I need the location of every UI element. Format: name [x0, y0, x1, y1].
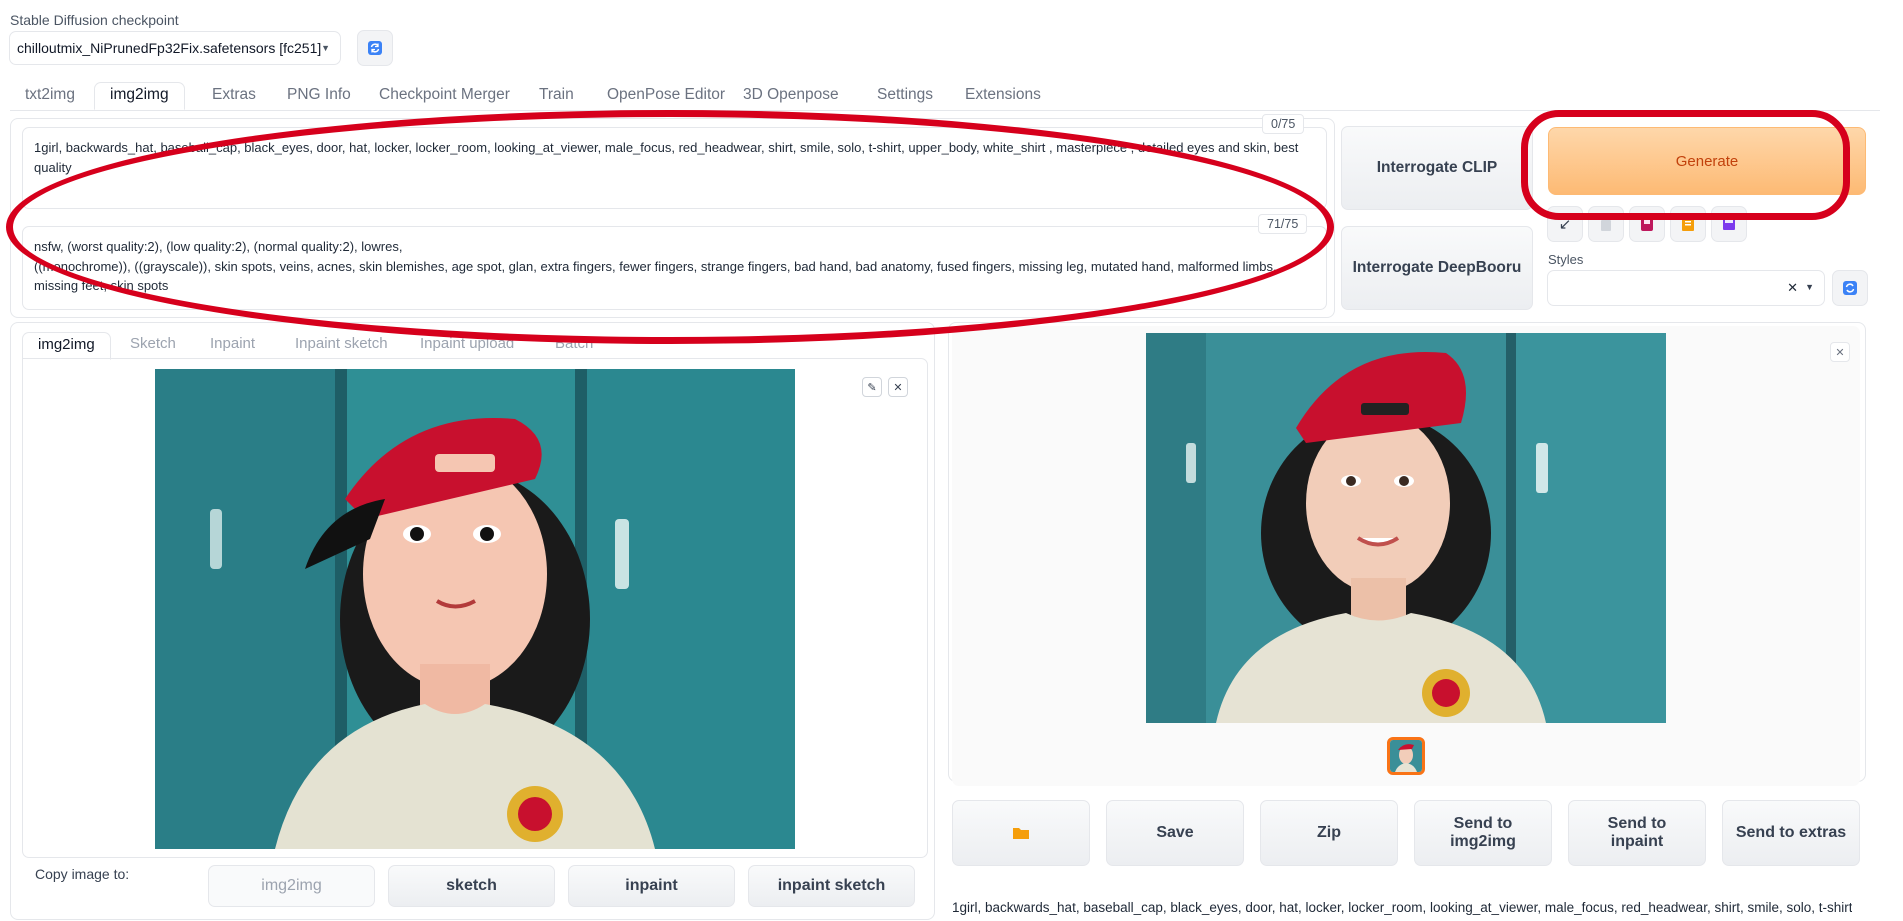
- checkpoint-value: chilloutmix_NiPrunedFp32Fix.safetensors …: [17, 40, 322, 56]
- checkpoint-label: Stable Diffusion checkpoint: [10, 12, 179, 28]
- subtab-inpaint-upload[interactable]: Inpaint upload: [405, 332, 529, 358]
- interrogate-deepbooru-button[interactable]: Interrogate DeepBooru: [1341, 226, 1533, 310]
- close-icon[interactable]: ✕: [1830, 342, 1850, 362]
- send-to-inpaint-button[interactable]: Send to inpaint: [1568, 800, 1706, 866]
- prompt-token-counter: 0/75: [1262, 114, 1305, 134]
- apply-style-button[interactable]: [1670, 206, 1706, 242]
- tab-extensions[interactable]: Extensions: [950, 83, 1056, 109]
- subtab-batch[interactable]: Batch: [540, 332, 608, 358]
- refresh-icon: [368, 41, 382, 55]
- prompt-input[interactable]: 1girl, backwards_hat, baseball_cap, blac…: [22, 127, 1327, 209]
- subtab-inpaint-sketch[interactable]: Inpaint sketch: [280, 332, 403, 358]
- arrow-icon: ↙: [1558, 216, 1572, 233]
- zip-button[interactable]: Zip: [1260, 800, 1398, 866]
- clear-icon[interactable]: ✕: [1787, 280, 1798, 296]
- photo-girl-render: [1146, 333, 1666, 723]
- checkpoint-refresh-button[interactable]: [357, 30, 393, 66]
- copy-to-img2img-button[interactable]: img2img: [208, 865, 375, 907]
- anime-girl-illustration: [155, 369, 795, 849]
- folder-icon: [1013, 828, 1029, 839]
- input-image[interactable]: [155, 369, 795, 849]
- interrogate-clip-button[interactable]: Interrogate CLIP: [1341, 126, 1533, 210]
- styles-select[interactable]: ✕ ▼: [1547, 270, 1825, 306]
- generation-info: 1girl, backwards_hat, baseball_cap, blac…: [952, 900, 1852, 915]
- tab-train[interactable]: Train: [524, 83, 589, 109]
- open-folder-button[interactable]: [952, 800, 1090, 866]
- card-icon: [1641, 217, 1653, 231]
- tab-3d-openpose[interactable]: 3D Openpose: [728, 83, 854, 109]
- tab-extras[interactable]: Extras: [197, 83, 271, 109]
- copy-to-inpaint-sketch-button[interactable]: inpaint sketch: [748, 865, 915, 907]
- output-image[interactable]: [1146, 333, 1666, 723]
- edit-icon[interactable]: ✎: [862, 377, 882, 397]
- negative-prompt-token-counter: 71/75: [1258, 214, 1308, 234]
- trash-icon: [1600, 218, 1612, 231]
- generate-button[interactable]: Generate: [1548, 127, 1866, 195]
- styles-label: Styles: [1548, 252, 1584, 267]
- tab-img2img[interactable]: img2img: [94, 82, 185, 110]
- copy-to-sketch-button[interactable]: sketch: [388, 865, 555, 907]
- tab-checkpoint-merger[interactable]: Checkpoint Merger: [364, 83, 525, 109]
- subtab-inpaint[interactable]: Inpaint: [195, 332, 270, 358]
- clipboard-icon: [1682, 218, 1694, 231]
- save-button[interactable]: Save: [1106, 800, 1244, 866]
- send-to-img2img-button[interactable]: Send to img2img: [1414, 800, 1552, 866]
- styles-refresh-button[interactable]: [1832, 270, 1868, 306]
- checkpoint-select[interactable]: chilloutmix_NiPrunedFp32Fix.safetensors …: [9, 31, 341, 65]
- refresh-icon: [1843, 281, 1857, 295]
- clear-prompt-button[interactable]: [1588, 206, 1624, 242]
- tab-settings[interactable]: Settings: [862, 83, 948, 109]
- subtab-sketch[interactable]: Sketch: [115, 332, 191, 358]
- chevron-down-icon: ▼: [321, 43, 330, 53]
- copy-image-label: Copy image to:: [35, 866, 130, 882]
- tab-txt2img[interactable]: txt2img: [10, 83, 90, 109]
- main-tabs: txt2img img2img Extras PNG Info Checkpoi…: [10, 82, 1880, 111]
- thumbnail-image: [1390, 740, 1422, 772]
- subtab-img2img[interactable]: img2img: [22, 332, 111, 360]
- send-to-extras-button[interactable]: Send to extras: [1722, 800, 1860, 866]
- close-icon[interactable]: ✕: [888, 377, 908, 397]
- chevron-down-icon: ▼: [1805, 282, 1814, 292]
- save-icon: [1723, 218, 1735, 230]
- tab-openpose-editor[interactable]: OpenPose Editor: [592, 83, 740, 109]
- gallery-thumbnail[interactable]: [1387, 737, 1425, 775]
- tab-png-info[interactable]: PNG Info: [272, 83, 366, 109]
- extra-networks-button[interactable]: [1629, 206, 1665, 242]
- copy-to-inpaint-button[interactable]: inpaint: [568, 865, 735, 907]
- negative-prompt-input[interactable]: nsfw, (worst quality:2), (low quality:2)…: [22, 226, 1327, 310]
- read-params-button[interactable]: ↙: [1547, 206, 1583, 242]
- save-style-button[interactable]: [1711, 206, 1747, 242]
